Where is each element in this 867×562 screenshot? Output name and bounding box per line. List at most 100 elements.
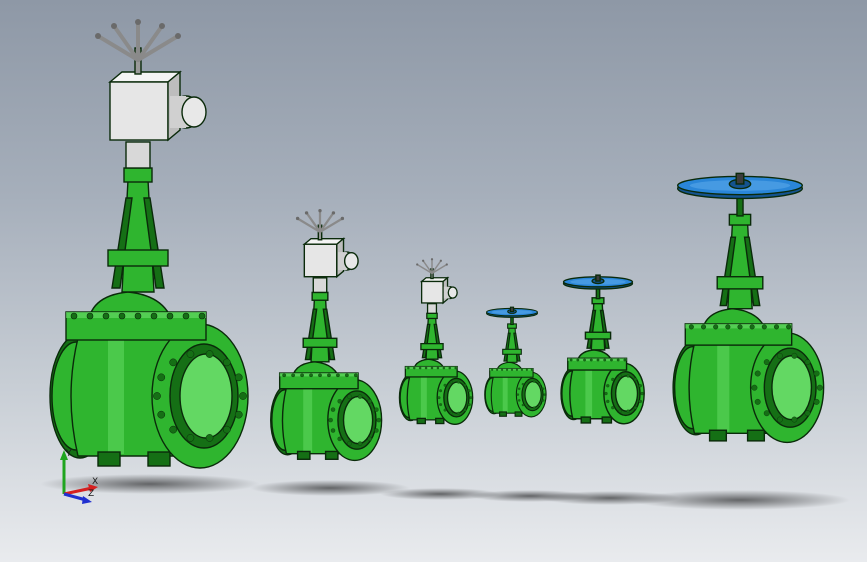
bonnet-bolt bbox=[510, 368, 514, 371]
spoke-knob bbox=[159, 23, 165, 29]
flange-bolt bbox=[538, 403, 541, 407]
flange-bolt bbox=[633, 406, 637, 410]
valve-4 bbox=[484, 306, 547, 418]
bonnet-bolt bbox=[501, 368, 504, 371]
bonnet-bolt bbox=[300, 373, 304, 378]
flange-bolt bbox=[449, 380, 453, 384]
foot-right bbox=[147, 451, 171, 467]
flange-bolt bbox=[467, 403, 471, 406]
flange-bolt bbox=[776, 352, 783, 359]
bonnet-bolt bbox=[309, 373, 313, 378]
flange-bolt bbox=[640, 391, 644, 396]
flange-bolt bbox=[754, 398, 761, 405]
spoke-knob bbox=[331, 211, 336, 215]
flange-bolt bbox=[516, 393, 520, 396]
bonnet-bolt bbox=[318, 373, 322, 378]
flange-bolt bbox=[222, 425, 231, 434]
valve-2 bbox=[270, 208, 383, 462]
foot-left bbox=[580, 416, 592, 424]
flange-bolt bbox=[527, 406, 530, 409]
bonnet-bolt bbox=[454, 366, 457, 370]
flange-bolt bbox=[791, 416, 798, 423]
flange-bolt bbox=[791, 352, 798, 359]
flange-bolt bbox=[542, 399, 545, 402]
yoke-collar bbox=[420, 342, 444, 351]
bore-inner bbox=[771, 355, 813, 421]
bonnet-bolt bbox=[198, 312, 206, 320]
yoke-collar bbox=[716, 276, 764, 290]
flange-bolt bbox=[157, 410, 166, 419]
valve-3 bbox=[398, 258, 474, 425]
flange-bolt bbox=[330, 428, 336, 433]
hub-nut bbox=[595, 274, 601, 282]
bonnet-bolt bbox=[118, 312, 126, 320]
bonnet-bolt bbox=[496, 368, 499, 371]
bonnet-bolt bbox=[448, 366, 451, 370]
graphics-viewport[interactable]: Y X Z bbox=[0, 0, 867, 562]
bonnet-bolt bbox=[336, 373, 340, 378]
valve-1 bbox=[49, 19, 249, 469]
yoke-collar bbox=[302, 337, 338, 348]
flange-bolt bbox=[763, 359, 770, 366]
bonnet-bolt bbox=[70, 312, 78, 320]
bonnet-bolt bbox=[616, 358, 620, 362]
axis-triad[interactable]: Y X Z bbox=[52, 444, 102, 506]
flange-bolt bbox=[638, 384, 642, 388]
foot-right bbox=[435, 417, 445, 425]
body-highlight bbox=[717, 345, 730, 432]
valve-6 bbox=[672, 172, 825, 444]
flange-bolt bbox=[776, 416, 783, 423]
flange-bolt bbox=[457, 380, 460, 384]
bonnet-bolt bbox=[282, 373, 287, 378]
motor-endcap bbox=[447, 286, 458, 299]
flange-bolt bbox=[439, 389, 443, 393]
flange-bolt bbox=[804, 410, 811, 417]
flange-bolt bbox=[804, 359, 811, 366]
flange-bolt bbox=[813, 370, 820, 377]
handle-spoke bbox=[296, 217, 322, 234]
actuator-adapter bbox=[426, 303, 438, 314]
yoke-top bbox=[123, 167, 153, 183]
bonnet-bolt bbox=[102, 312, 110, 320]
spoke-knob bbox=[175, 33, 181, 39]
flange-bolt bbox=[376, 417, 381, 423]
valve-assembly-scene bbox=[40, 19, 850, 510]
bonnet-bolt bbox=[515, 368, 518, 371]
flange-bolt bbox=[205, 434, 214, 442]
flange-bolt bbox=[443, 408, 447, 412]
bonnet-bolt bbox=[737, 324, 743, 330]
bonnet-bolt bbox=[418, 366, 422, 370]
bore-inner bbox=[446, 381, 468, 414]
bonnet-bolt bbox=[576, 358, 580, 362]
bonnet-bolt bbox=[688, 324, 694, 330]
flange-bolt bbox=[518, 387, 521, 390]
body-highlight bbox=[502, 377, 508, 413]
flange-bolt bbox=[626, 374, 630, 378]
handle-spoke bbox=[416, 263, 433, 275]
motor-endcap bbox=[343, 251, 359, 271]
flange-bolt bbox=[234, 373, 243, 382]
body-highlight bbox=[420, 376, 427, 420]
flange-bolt bbox=[153, 392, 161, 400]
spoke-knob bbox=[318, 208, 322, 213]
flange-bolt bbox=[618, 409, 622, 413]
flange-bolt bbox=[469, 396, 473, 400]
spoke-knob bbox=[439, 259, 442, 262]
bore-inner bbox=[614, 375, 639, 412]
bonnet-bolt bbox=[436, 366, 440, 370]
flange-bolt bbox=[538, 382, 541, 386]
flange-bolt bbox=[611, 377, 615, 382]
bonnet-bolt bbox=[773, 324, 779, 330]
bonnet-bolt bbox=[413, 366, 416, 370]
spoke-knob bbox=[111, 23, 117, 29]
flange-bolt bbox=[443, 383, 447, 387]
bonnet-bolt bbox=[442, 366, 446, 370]
flange-bolt bbox=[751, 384, 758, 391]
bonnet-bolt bbox=[713, 324, 719, 330]
flange-bolt bbox=[542, 387, 545, 390]
flange-bolt bbox=[463, 408, 467, 412]
flange-bolt bbox=[618, 374, 622, 378]
bonnet-bolt bbox=[430, 366, 434, 370]
flange-bolt bbox=[186, 434, 195, 442]
body-highlight bbox=[303, 388, 313, 453]
